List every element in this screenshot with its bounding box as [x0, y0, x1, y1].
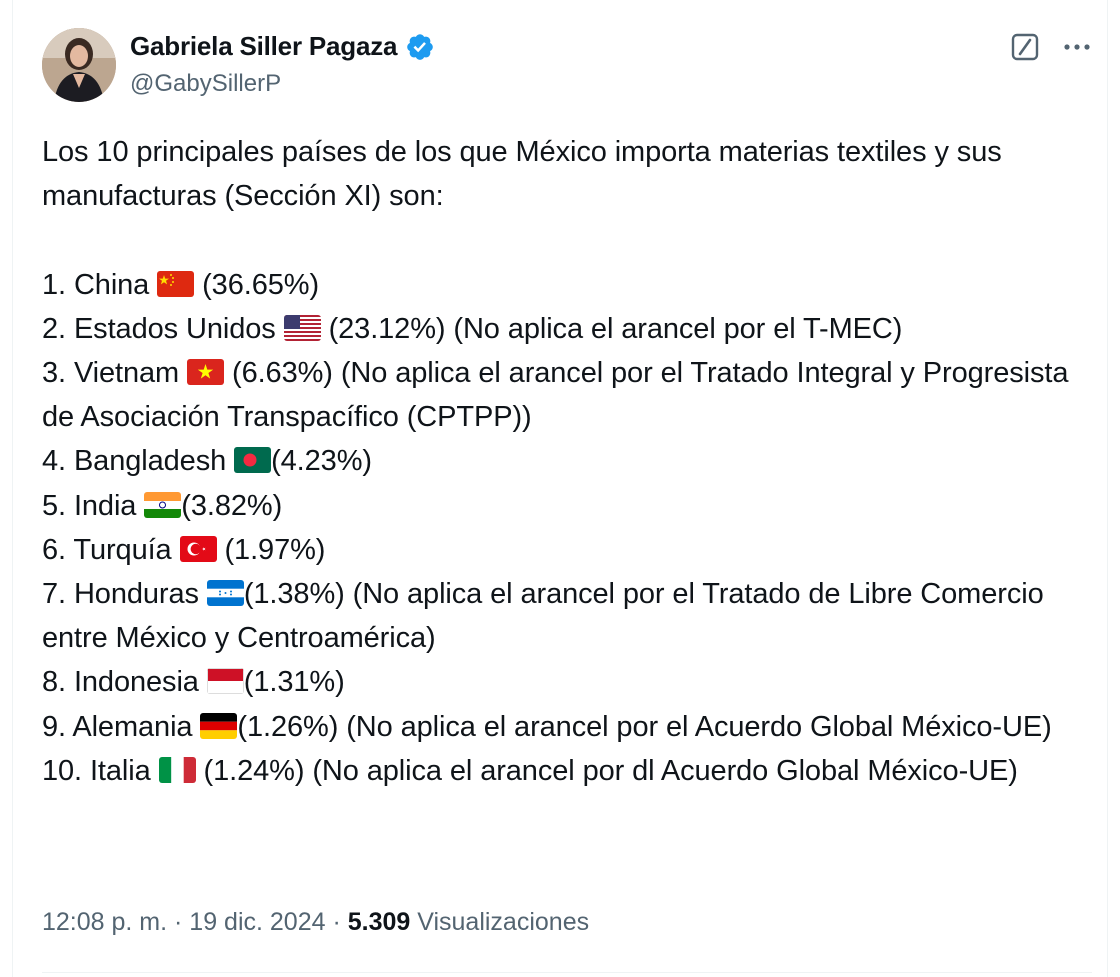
list-item: 10. Italia (1.24%) (No aplica el arancel… [42, 754, 1018, 787]
verified-badge-icon [405, 32, 435, 62]
author-name[interactable]: Gabriela Siller Pagaza [130, 31, 397, 62]
list-item: 3. Vietnam (6.63%) (No aplica el arancel… [42, 357, 1069, 434]
views-label[interactable]: Visualizaciones [410, 908, 589, 937]
more-options-icon[interactable] [1062, 32, 1092, 62]
usa-flag-icon [283, 314, 321, 341]
turkey-flag-icon [179, 535, 217, 562]
tweet-text: Los 10 principales países de los que Méx… [42, 130, 1092, 793]
china-flag-icon [157, 270, 195, 297]
meta-separator: · [167, 908, 190, 936]
tweet-meta: 12:08 p. m. · 19 dic. 2024 · 5.309 Visua… [42, 908, 589, 937]
honduras-flag-icon [206, 580, 244, 607]
meta-separator: · [325, 908, 348, 936]
views-count[interactable]: 5.309 [348, 908, 411, 937]
vietnam-flag-icon [187, 359, 225, 385]
list-item: 9. Alemania (1.26%) (No aplica el arance… [42, 710, 1052, 743]
list-item: 1. China (36.65%) [42, 268, 319, 301]
list-item: 5. India (3.82%) [42, 489, 283, 522]
list-item: 8. Indonesia (1.31%) [42, 666, 345, 699]
tweet-time[interactable]: 12:08 p. m. [42, 908, 167, 937]
list-item: 2. Estados Unidos (23.12%) (No aplica el… [42, 312, 903, 345]
author-handle[interactable]: @GabySillerP [130, 70, 281, 98]
germany-flag-icon [200, 712, 238, 739]
tweet-date[interactable]: 19 dic. 2024 [189, 908, 325, 937]
tweet-intro: Los 10 principales países de los que Méx… [42, 136, 1002, 213]
avatar[interactable] [42, 28, 116, 102]
india-flag-icon [144, 491, 182, 518]
divider [42, 972, 1092, 973]
list-item: 4. Bangladesh (4.23%) [42, 445, 372, 478]
indonesia-flag-icon [206, 668, 244, 695]
list-item: 7. Honduras (1.38%) (No aplica el arance… [42, 578, 1044, 655]
italy-flag-icon [158, 756, 196, 783]
list-item: 6. Turquía (1.97%) [42, 533, 326, 566]
avatar-photo [42, 28, 116, 102]
grok-icon[interactable] [1010, 32, 1040, 62]
bangladesh-flag-icon [234, 447, 272, 474]
